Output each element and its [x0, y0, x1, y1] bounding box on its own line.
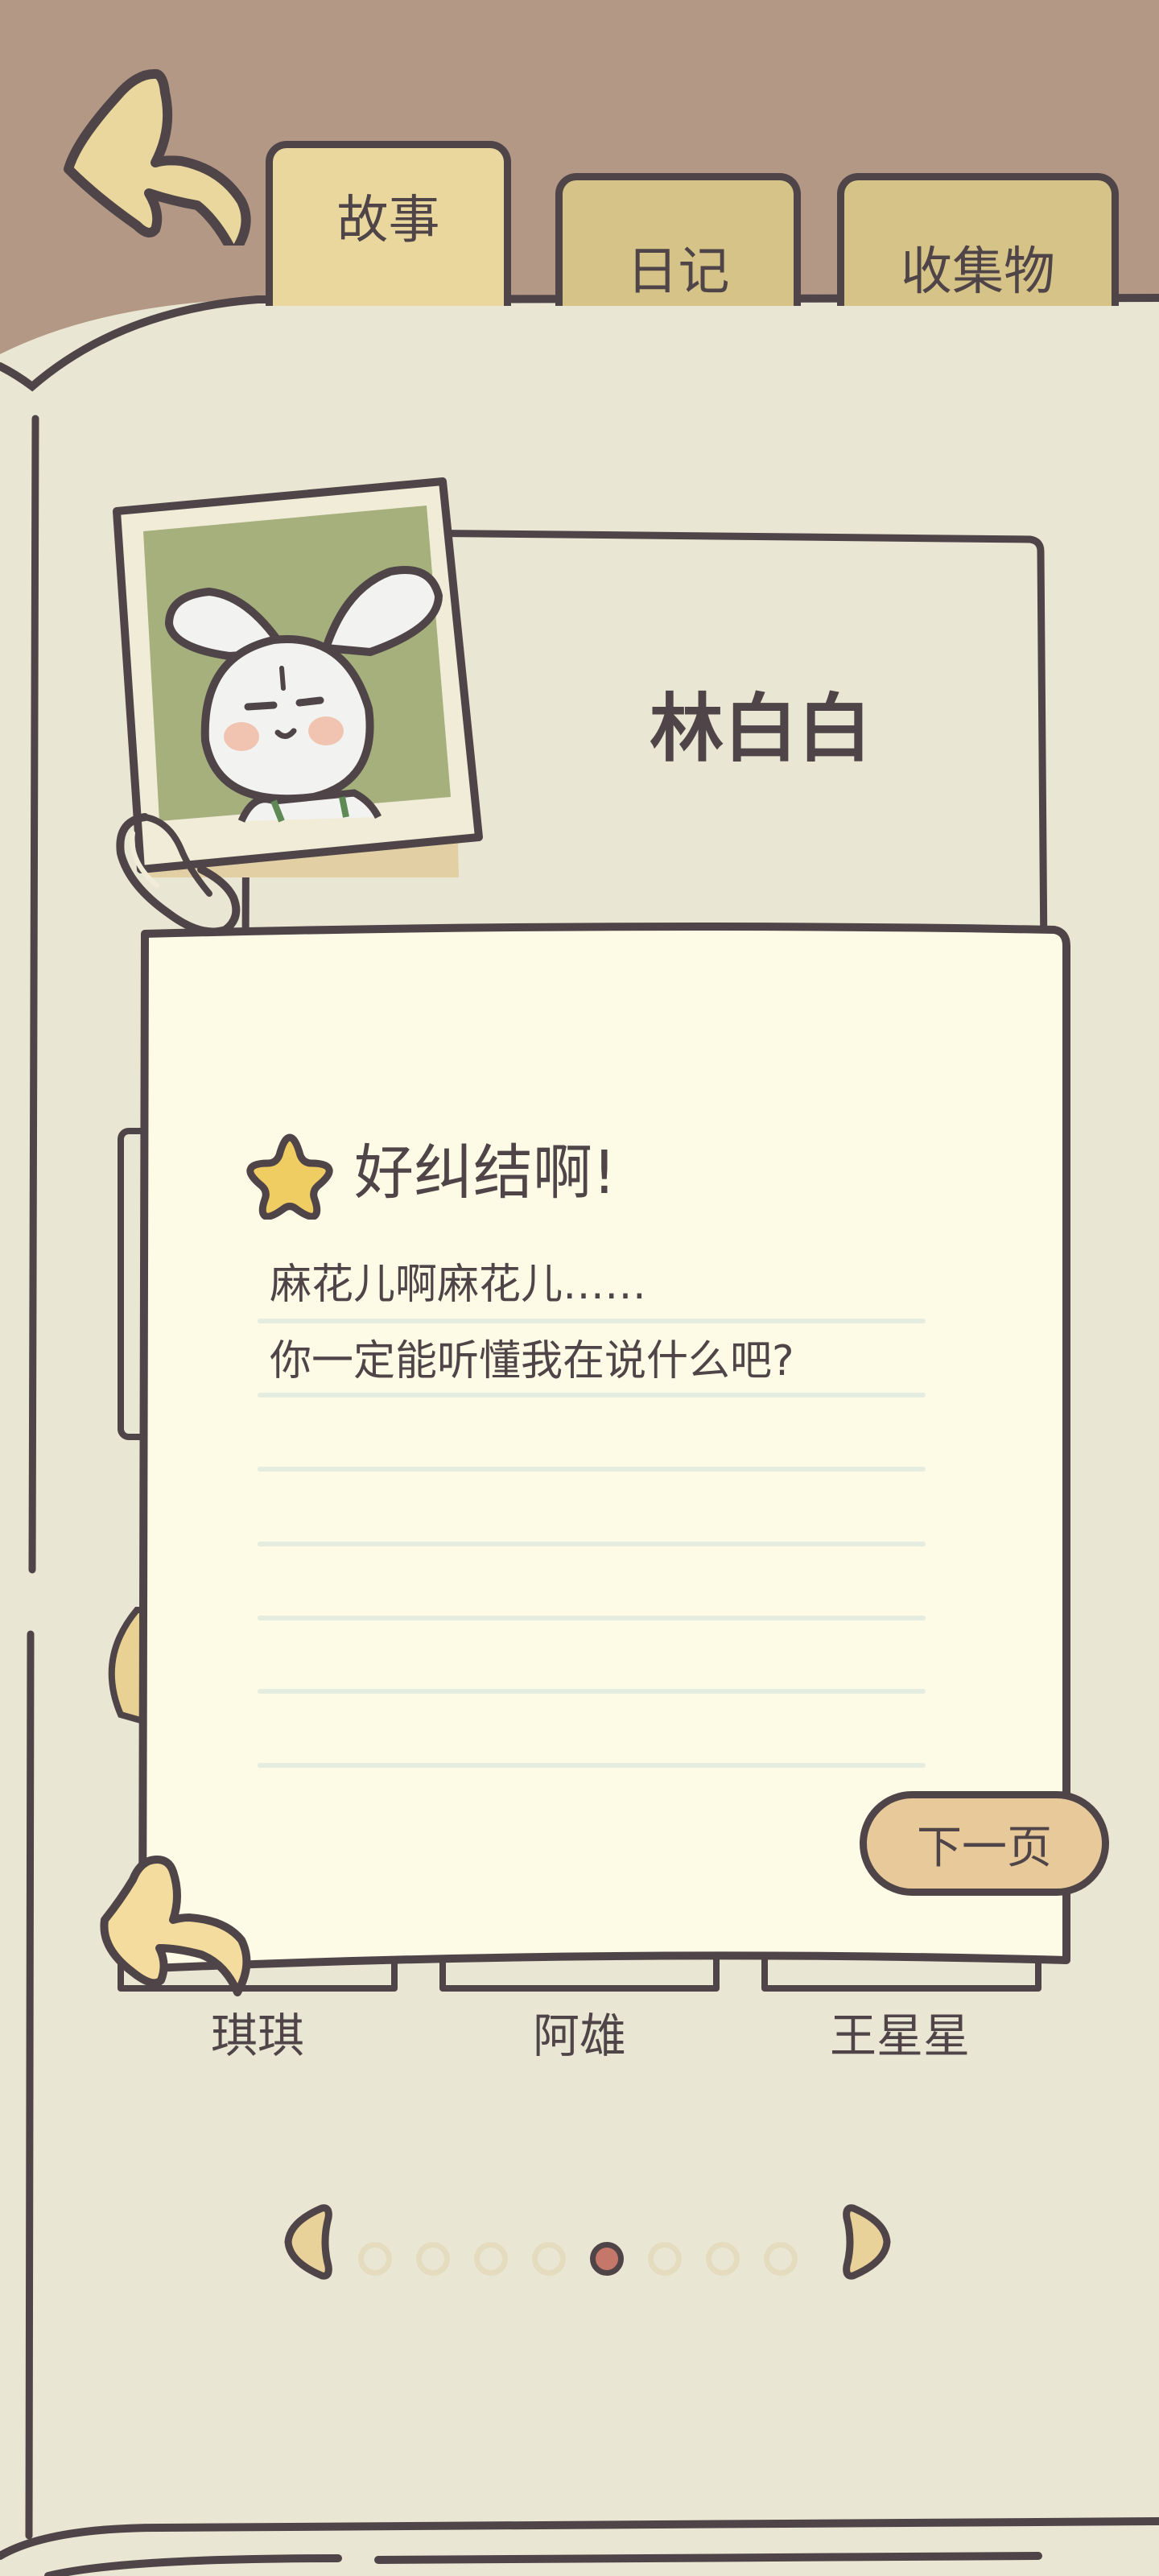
page-dot-3[interactable]	[474, 2242, 508, 2276]
prev-page-arrow-icon[interactable]	[274, 2202, 346, 2282]
note-rule	[258, 1542, 926, 1546]
note-rule	[258, 1467, 926, 1472]
note-line-1: 麻花儿啊麻花儿……	[270, 1261, 647, 1309]
character-tab-axiong[interactable]: 阿雄	[459, 2013, 700, 2059]
tab-story[interactable]: 故事	[266, 141, 511, 306]
note-rule	[258, 1393, 926, 1397]
page-dot-8[interactable]	[764, 2242, 798, 2276]
page-dot-6[interactable]	[648, 2242, 682, 2276]
tab-story-label: 故事	[336, 191, 440, 250]
tab-diary-label: 日记	[626, 242, 730, 302]
note-rule	[258, 1319, 926, 1323]
note-line-2: 你一定能听懂我在说什么吧?	[270, 1337, 794, 1385]
next-page-label: 下一页	[917, 1821, 1052, 1874]
tab-collection-label: 收集物	[901, 242, 1055, 302]
next-page-button[interactable]: 下一页	[860, 1791, 1109, 1896]
star-icon	[246, 1133, 333, 1220]
page-dot-2[interactable]	[416, 2242, 450, 2276]
page-dot-4[interactable]	[532, 2242, 566, 2276]
page-dot-1[interactable]	[358, 2242, 392, 2276]
note-rule	[258, 1763, 926, 1768]
note-rule	[258, 1616, 926, 1620]
character-tab-qiqi[interactable]: 琪琪	[137, 2013, 378, 2059]
page-dot-5[interactable]	[590, 2242, 624, 2276]
page-curl-icon[interactable]	[97, 1852, 258, 1996]
next-page-arrow-icon[interactable]	[829, 2202, 901, 2282]
tab-collection[interactable]: 收集物	[837, 173, 1119, 306]
page-dot-7[interactable]	[706, 2242, 740, 2276]
note-title: 好纠结啊!	[354, 1138, 617, 1208]
tab-diary[interactable]: 日记	[555, 173, 801, 306]
character-tab-wangxingxing[interactable]: 王星星	[779, 2013, 1021, 2059]
character-name: 林白白	[649, 686, 872, 772]
note-rule	[258, 1689, 926, 1694]
back-arrow-icon[interactable]	[60, 64, 254, 246]
